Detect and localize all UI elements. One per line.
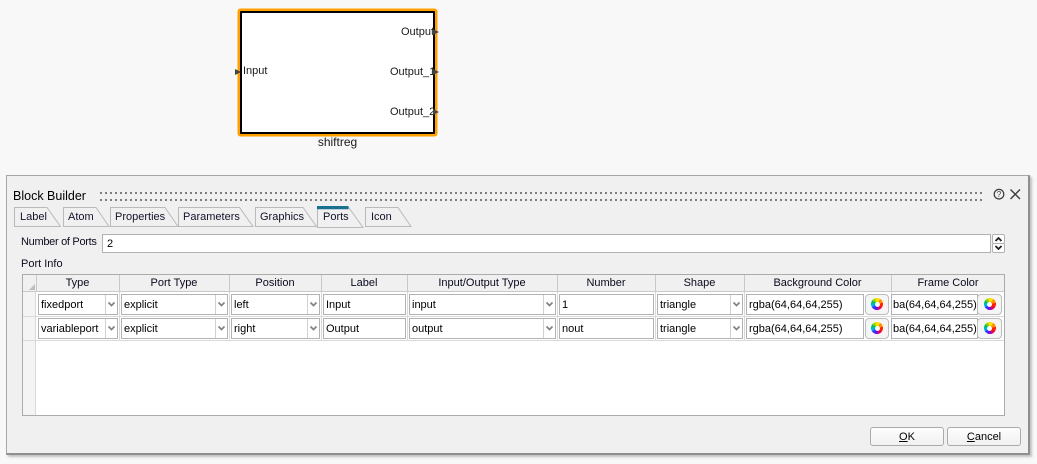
svg-text:?: ? [997, 190, 1002, 199]
